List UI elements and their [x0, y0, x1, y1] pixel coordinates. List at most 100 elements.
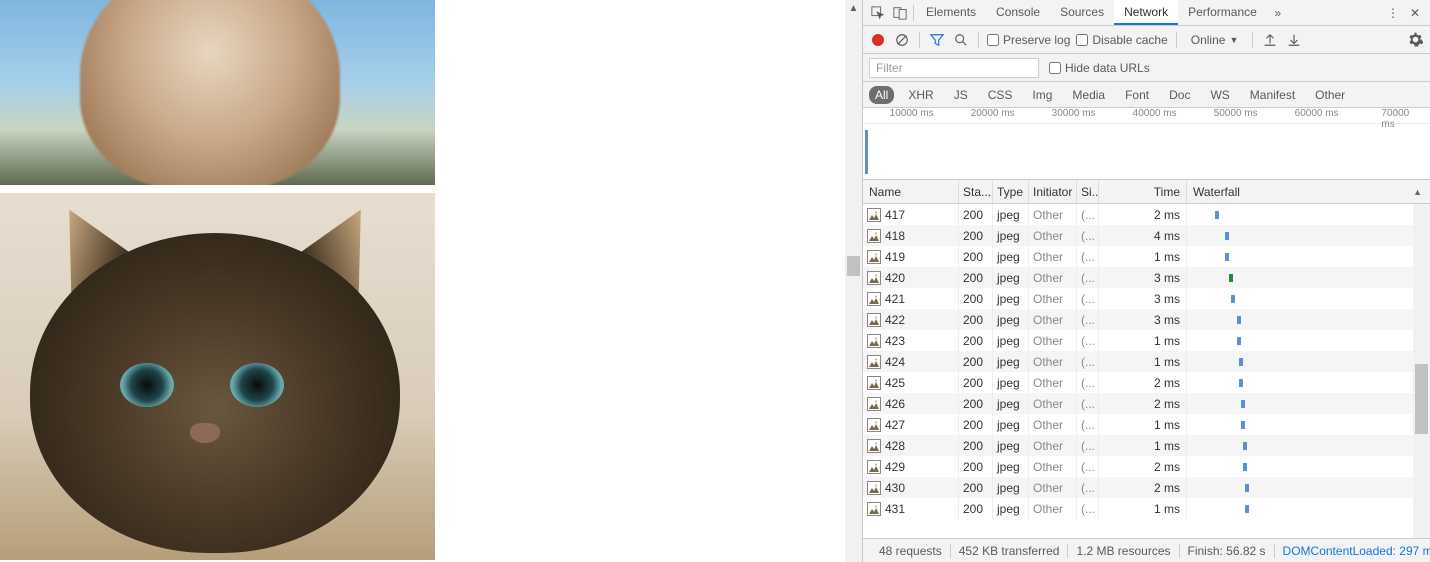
table-row[interactable]: 424200jpegOther(...1 ms: [863, 351, 1430, 372]
preserve-log-label: Preserve log: [1003, 33, 1070, 47]
network-filter-bar: Hide data URLs: [863, 54, 1430, 82]
content-image-bottom: [0, 193, 435, 560]
table-row[interactable]: 420200jpegOther(...3 ms: [863, 267, 1430, 288]
more-tabs-icon[interactable]: »: [1267, 2, 1289, 24]
preserve-log-checkbox[interactable]: Preserve log: [987, 33, 1070, 47]
col-waterfall[interactable]: Waterfall ▲: [1187, 180, 1430, 203]
col-size[interactable]: Si...: [1077, 180, 1099, 203]
type-filter-xhr[interactable]: XHR: [902, 86, 939, 104]
filter-toggle-icon[interactable]: [928, 31, 946, 49]
tab-elements[interactable]: Elements: [916, 0, 986, 25]
device-toggle-icon[interactable]: [889, 2, 911, 24]
col-type[interactable]: Type: [993, 180, 1029, 203]
cell-time: 2 ms: [1099, 372, 1187, 393]
hide-data-urls-input[interactable]: [1049, 62, 1061, 74]
col-time[interactable]: Time: [1099, 180, 1187, 203]
cell-type: jpeg: [993, 204, 1029, 225]
table-row[interactable]: 417200jpegOther(...2 ms: [863, 204, 1430, 225]
cell-initiator: Other: [1029, 393, 1077, 414]
cell-status: 200: [959, 267, 993, 288]
page-scrollbar[interactable]: ▲: [845, 0, 862, 562]
cell-initiator: Other: [1029, 288, 1077, 309]
record-button[interactable]: [869, 31, 887, 49]
scroll-up-icon[interactable]: ▲: [845, 0, 862, 17]
timeline-tick: 10000 ms: [890, 108, 934, 119]
type-filter-other[interactable]: Other: [1309, 86, 1351, 104]
col-status[interactable]: Sta...: [959, 180, 993, 203]
type-filter-doc[interactable]: Doc: [1163, 86, 1196, 104]
cell-initiator: Other: [1029, 498, 1077, 519]
devtools-panel: ElementsConsoleSourcesNetworkPerformance…: [862, 0, 1430, 562]
table-row[interactable]: 418200jpegOther(...4 ms: [863, 225, 1430, 246]
cell-status: 200: [959, 456, 993, 477]
cell-status: 200: [959, 288, 993, 309]
type-filter-js[interactable]: JS: [948, 86, 974, 104]
table-body[interactable]: 417200jpegOther(...2 ms418200jpegOther(.…: [863, 204, 1430, 538]
devtools-close-icon[interactable]: ✕: [1404, 2, 1426, 24]
col-initiator[interactable]: Initiator: [1029, 180, 1077, 203]
table-row[interactable]: 423200jpegOther(...1 ms: [863, 330, 1430, 351]
network-timeline[interactable]: 10000 ms20000 ms30000 ms40000 ms50000 ms…: [863, 108, 1430, 180]
inspect-icon[interactable]: [867, 2, 889, 24]
table-row[interactable]: 421200jpegOther(...3 ms: [863, 288, 1430, 309]
type-filter-manifest[interactable]: Manifest: [1244, 86, 1301, 104]
clear-button[interactable]: [893, 31, 911, 49]
throttling-select[interactable]: Online ▼: [1185, 33, 1245, 47]
filter-input[interactable]: [869, 58, 1039, 78]
table-row[interactable]: 426200jpegOther(...2 ms: [863, 393, 1430, 414]
type-filter-font[interactable]: Font: [1119, 86, 1155, 104]
settings-icon[interactable]: [1406, 31, 1424, 49]
type-filter-all[interactable]: All: [869, 86, 894, 104]
cell-type: jpeg: [993, 498, 1029, 519]
type-filter-css[interactable]: CSS: [982, 86, 1019, 104]
cell-status: 200: [959, 435, 993, 456]
cell-initiator: Other: [1029, 351, 1077, 372]
cell-size: (...: [1077, 267, 1099, 288]
table-row[interactable]: 428200jpegOther(...1 ms: [863, 435, 1430, 456]
page-scroll[interactable]: [0, 0, 862, 562]
cell-waterfall: [1187, 435, 1430, 456]
tab-console[interactable]: Console: [986, 0, 1050, 25]
type-filter-ws[interactable]: WS: [1204, 86, 1235, 104]
table-header[interactable]: Name Sta... Type Initiator Si... Time Wa…: [863, 180, 1430, 204]
cell-time: 3 ms: [1099, 288, 1187, 309]
type-filter-media[interactable]: Media: [1066, 86, 1111, 104]
timeline-body[interactable]: [863, 124, 1430, 180]
table-row[interactable]: 429200jpegOther(...2 ms: [863, 456, 1430, 477]
search-icon[interactable]: [952, 31, 970, 49]
image-file-icon: [867, 313, 881, 327]
cell-size: (...: [1077, 372, 1099, 393]
table-row[interactable]: 419200jpegOther(...1 ms: [863, 246, 1430, 267]
import-har-icon[interactable]: [1261, 31, 1279, 49]
preserve-log-input[interactable]: [987, 34, 999, 46]
cell-type: jpeg: [993, 435, 1029, 456]
disable-cache-input[interactable]: [1076, 34, 1088, 46]
devtools-menu-icon[interactable]: ⋮: [1382, 2, 1404, 24]
table-row[interactable]: 425200jpegOther(...2 ms: [863, 372, 1430, 393]
cell-name: 431: [863, 498, 959, 519]
table-row[interactable]: 422200jpegOther(...3 ms: [863, 309, 1430, 330]
table-row[interactable]: 427200jpegOther(...1 ms: [863, 414, 1430, 435]
table-scrollbar[interactable]: [1413, 204, 1430, 538]
type-filter-img[interactable]: Img: [1026, 86, 1058, 104]
table-row[interactable]: 430200jpegOther(...2 ms: [863, 477, 1430, 498]
disable-cache-checkbox[interactable]: Disable cache: [1076, 33, 1167, 47]
cell-waterfall: [1187, 498, 1430, 519]
tab-performance[interactable]: Performance: [1178, 0, 1267, 25]
tab-network[interactable]: Network: [1114, 0, 1178, 25]
hide-data-urls-checkbox[interactable]: Hide data URLs: [1049, 61, 1150, 75]
cell-type: jpeg: [993, 477, 1029, 498]
export-har-icon[interactable]: [1285, 31, 1303, 49]
cell-type: jpeg: [993, 372, 1029, 393]
table-scrollbar-thumb[interactable]: [1415, 364, 1428, 434]
col-name[interactable]: Name: [863, 180, 959, 203]
cell-name: 425: [863, 372, 959, 393]
tab-sources[interactable]: Sources: [1050, 0, 1114, 25]
cell-type: jpeg: [993, 414, 1029, 435]
image-file-icon: [867, 334, 881, 348]
cell-initiator: Other: [1029, 372, 1077, 393]
image-file-icon: [867, 418, 881, 432]
cell-size: (...: [1077, 414, 1099, 435]
table-row[interactable]: 431200jpegOther(...1 ms: [863, 498, 1430, 519]
scrollbar-thumb[interactable]: [847, 256, 860, 276]
